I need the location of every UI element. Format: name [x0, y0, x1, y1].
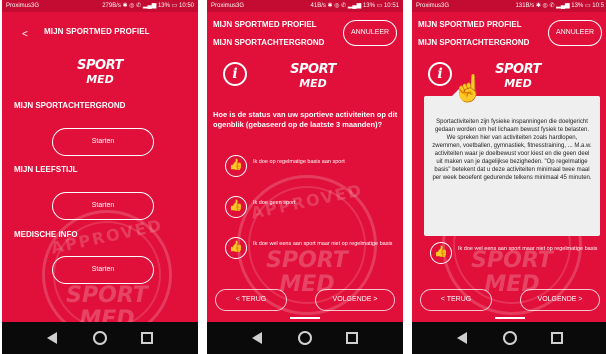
sportmed-logo: SPORT MED — [487, 62, 549, 92]
recent-square-icon[interactable] — [346, 332, 358, 344]
back-button[interactable]: < — [22, 29, 28, 40]
question-text: Hoe is de status van uw sportieve activi… — [213, 110, 398, 129]
back-step-button[interactable]: < TERUG — [420, 289, 492, 311]
home-circle-icon[interactable] — [93, 331, 107, 345]
thumbs-up-icon: 👍 — [225, 155, 247, 177]
hand-pointer-icon: ☝ — [452, 73, 485, 103]
logo-line2: MED — [504, 77, 532, 90]
thumbs-up-icon: 👍 — [225, 237, 247, 259]
answer-option-geen-sport[interactable]: 👍 Ik doe geen sport — [225, 196, 401, 222]
progress-indicator — [290, 317, 320, 319]
info-icon[interactable]: i — [223, 62, 247, 86]
thumbs-up-icon: 👍 — [430, 242, 452, 264]
info-tooltip: Sportactiviteiten zijn fysieke inspannin… — [424, 88, 600, 236]
logo-line2: MED — [299, 77, 327, 90]
back-triangle-icon[interactable] — [457, 332, 467, 344]
info-icon[interactable]: i — [428, 62, 452, 86]
answer-option-regelmatig[interactable]: 👍 Ik doe op regelmatige basis aan sport — [225, 155, 401, 181]
system-nav-bar — [2, 322, 198, 354]
home-circle-icon[interactable] — [298, 331, 312, 345]
status-bar: Proximus3G 131B/s ✱ ◎ ✆ ▂▄▆ 13% ▭ 10:5 — [412, 0, 606, 12]
next-step-button[interactable]: VOLGENDE > — [520, 289, 600, 311]
section-label-sportachtergrond: MIJN SPORTACHTERGROND — [14, 101, 126, 110]
page-title: MIJN SPORTMED PROFIEL — [44, 27, 150, 36]
carrier-label: Proximus3G — [211, 3, 245, 9]
system-nav-bar — [207, 322, 403, 354]
option-label: Ik doe op regelmatige basis aan sport — [253, 159, 345, 165]
section-label-medische-info: MEDISCHE INFO — [14, 230, 78, 239]
start-sportachtergrond-button[interactable]: Starten — [52, 128, 154, 156]
logo-line2: MED — [86, 73, 114, 86]
section-label-leefstijl: MIJN LEEFSTIJL — [14, 165, 78, 174]
logo-line1: SPORT — [495, 62, 541, 77]
back-triangle-icon[interactable] — [47, 332, 57, 344]
page-title: MIJN SPORTMED PROFIEL — [213, 20, 317, 29]
logo-line1: SPORT — [290, 62, 336, 77]
phone-screen-question: Proximus3G 41B/s ✱ ◎ ✆ ▂▄▆ 13% ▭ 10:51 A… — [207, 0, 403, 354]
start-leefstijl-button[interactable]: Starten — [52, 192, 154, 220]
option-label: Ik doe wel eens aan sport maar niet op r… — [458, 246, 598, 252]
seal-sport: SPORT — [66, 283, 148, 308]
thumbs-up-icon: 👍 — [225, 196, 247, 218]
carrier-label: Proximus3G — [416, 3, 450, 9]
phone-screen-profile: Proximus3G 279B/s ✱ ◎ ✆ ▂▄▆ 13% ▭ 10:50 … — [2, 0, 198, 354]
page-subtitle: MIJN SPORTACHTERGROND — [213, 38, 325, 47]
home-circle-icon[interactable] — [503, 331, 517, 345]
answer-option-wel-eens[interactable]: 👍 Ik doe wel eens aan sport maar niet op… — [430, 242, 606, 268]
progress-indicator — [495, 317, 525, 319]
back-step-button[interactable]: < TERUG — [215, 289, 287, 311]
cancel-button[interactable]: ANNULEER — [343, 20, 397, 46]
cancel-button[interactable]: ANNULEER — [548, 20, 602, 46]
sportmed-logo: SPORT MED — [282, 62, 344, 92]
carrier-label: Proximus3G — [6, 3, 40, 9]
recent-square-icon[interactable] — [551, 332, 563, 344]
page-title: MIJN SPORTMED PROFIEL — [418, 20, 522, 29]
sportmed-logo: SPORT MED — [69, 58, 131, 88]
option-label: Ik doe wel eens aan sport maar niet op r… — [253, 241, 393, 247]
option-label: Ik doe geen sport — [253, 200, 296, 206]
answer-option-wel-eens[interactable]: 👍 Ik doe wel eens aan sport maar niet op… — [225, 237, 401, 263]
status-bar: Proximus3G 279B/s ✱ ◎ ✆ ▂▄▆ 13% ▭ 10:50 — [2, 0, 198, 12]
next-step-button[interactable]: VOLGENDE > — [315, 289, 395, 311]
status-indicators: 131B/s ✱ ◎ ✆ ▂▄▆ 13% ▭ 10:5 — [515, 3, 604, 9]
page-subtitle: MIJN SPORTACHTERGROND — [418, 38, 530, 47]
phone-screen-info-tooltip: Proximus3G 131B/s ✱ ◎ ✆ ▂▄▆ 13% ▭ 10:5 A… — [412, 0, 606, 354]
recent-square-icon[interactable] — [141, 332, 153, 344]
status-indicators: 279B/s ✱ ◎ ✆ ▂▄▆ 13% ▭ 10:50 — [102, 3, 194, 9]
logo-line1: SPORT — [77, 58, 123, 73]
status-bar: Proximus3G 41B/s ✱ ◎ ✆ ▂▄▆ 13% ▭ 10:51 — [207, 0, 403, 12]
back-triangle-icon[interactable] — [252, 332, 262, 344]
status-indicators: 41B/s ✱ ◎ ✆ ▂▄▆ 13% ▭ 10:51 — [310, 3, 399, 9]
system-nav-bar — [412, 322, 606, 354]
start-medische-info-button[interactable]: Starten — [52, 256, 154, 284]
